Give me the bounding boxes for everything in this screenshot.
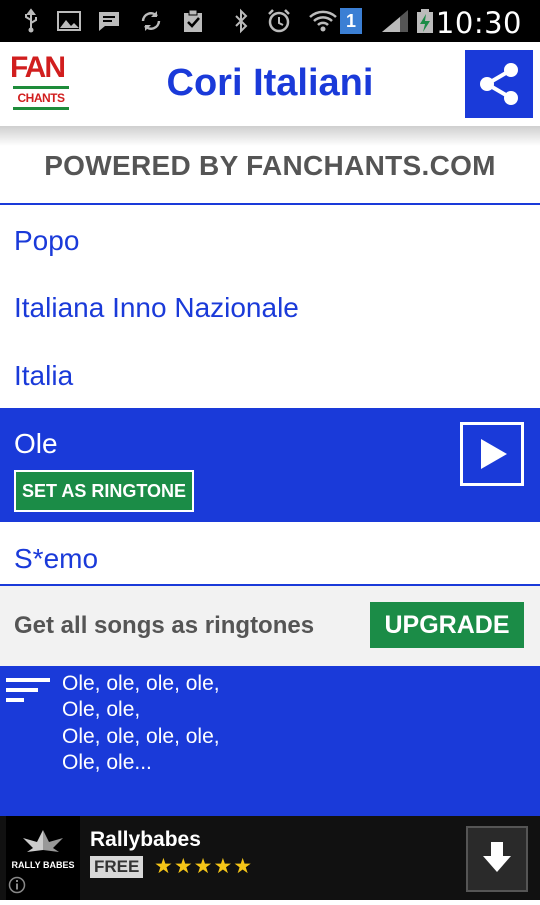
song-title: Ole xyxy=(14,428,58,459)
wifi-icon xyxy=(309,10,337,32)
logo-fan-text: FAN xyxy=(10,51,66,84)
song-item-semo[interactable]: S*emo xyxy=(14,543,98,575)
chat-icon xyxy=(99,12,119,31)
divider xyxy=(0,203,540,205)
lyric-line: Ole, ole... xyxy=(62,751,152,774)
song-item-ole-selected[interactable]: Ole SET AS RINGTONE xyxy=(0,408,540,522)
ad-app-name: Rallybabes xyxy=(90,828,201,851)
ad-price-badge: FREE xyxy=(90,856,144,878)
upsell-text: Get all songs as ringtones xyxy=(14,612,315,639)
ad-info-icon[interactable] xyxy=(8,876,26,894)
ad-logo-text: RALLY BABES xyxy=(11,860,75,870)
upgrade-button[interactable]: UPGRADE xyxy=(370,602,524,648)
status-time: 10:30 xyxy=(435,6,522,40)
share-icon xyxy=(480,63,518,105)
song-item-italia[interactable]: Italia xyxy=(14,360,73,392)
ad-download-button[interactable] xyxy=(466,826,528,892)
set-as-ringtone-button[interactable]: SET AS RINGTONE xyxy=(14,470,194,512)
bluetooth-icon xyxy=(235,8,248,34)
signal-icon xyxy=(382,10,408,32)
lyrics-panel[interactable]: Ole, ole, ole, ole, Ole, ole, Ole, ole, … xyxy=(0,666,540,816)
upsell-bar: Get all songs as ringtones UPGRADE xyxy=(0,586,540,666)
lyric-line: Ole, ole, ole, ole, xyxy=(62,725,220,748)
ad-banner[interactable]: RALLY BABES Rallybabes FREE ★★★★★ xyxy=(0,816,540,900)
alarm-icon xyxy=(268,9,290,33)
play-icon xyxy=(481,439,507,469)
lyric-line: Ole, ole, xyxy=(62,698,141,721)
page-title: Cori Italiani xyxy=(166,62,374,104)
battery-charging-icon xyxy=(417,9,433,33)
logo-chants-text: CHANTS xyxy=(13,86,69,110)
clipboard-check-icon xyxy=(184,9,202,32)
usb-icon xyxy=(25,8,37,33)
app-bar-shadow xyxy=(0,126,540,146)
song-item-italiana-inno-nazionale[interactable]: Italiana Inno Nazionale xyxy=(14,292,299,324)
download-icon xyxy=(483,842,511,872)
song-item-popo[interactable]: Popo xyxy=(14,225,79,257)
share-button[interactable] xyxy=(465,50,533,118)
app-logo: FAN CHANTS xyxy=(6,50,76,118)
ad-rating-stars: ★★★★★ xyxy=(154,855,254,878)
lyric-line: Ole, ole, ole, ole, xyxy=(62,672,220,695)
powered-by-banner[interactable]: POWERED BY FANCHANTS.COM xyxy=(0,146,540,204)
play-button[interactable] xyxy=(460,422,524,486)
lyrics-lines-icon xyxy=(6,678,50,702)
image-icon xyxy=(57,11,81,31)
sim-badge: 1 xyxy=(340,8,362,34)
sync-icon xyxy=(141,11,161,31)
status-bar: 1 10:30 xyxy=(0,0,540,42)
